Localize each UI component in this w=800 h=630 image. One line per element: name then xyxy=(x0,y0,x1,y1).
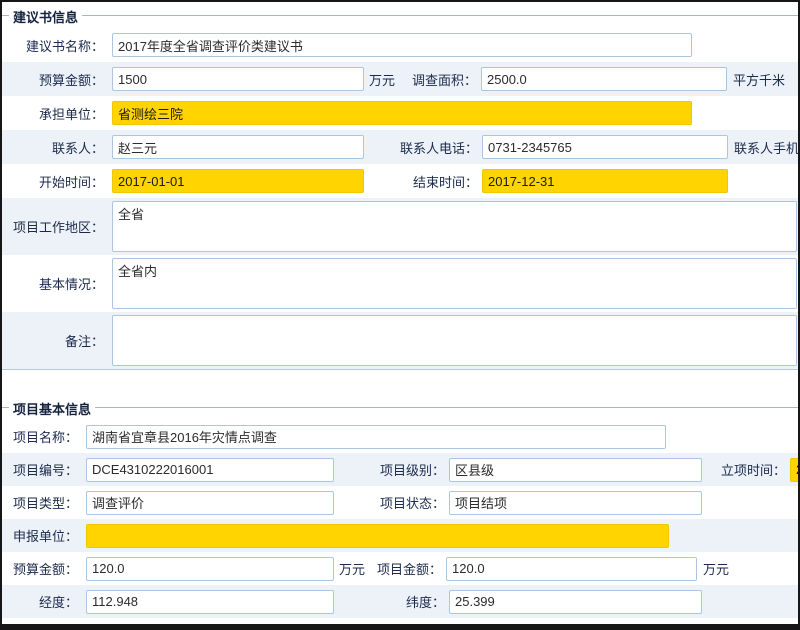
project-section-header: 项目基本信息 xyxy=(2,394,798,420)
project-status-input[interactable] xyxy=(449,491,702,515)
basic-info-textarea[interactable]: 全省内 xyxy=(112,258,797,309)
remark-textarea[interactable] xyxy=(112,315,797,366)
approval-time-label: 立项时间： xyxy=(702,460,786,479)
proposal-section-title: 建议书信息 xyxy=(9,7,82,26)
end-time-label: 结束时间： xyxy=(364,172,478,191)
contact-row: 联系人： 联系人电话： 联系人手机 xyxy=(2,130,798,164)
approval-time-input[interactable] xyxy=(790,458,798,482)
project-code-input[interactable] xyxy=(86,458,334,482)
project-amount-label: 项目金额： xyxy=(365,559,442,578)
work-area-row: 项目工作地区： 全省 xyxy=(2,198,798,255)
contact-input[interactable] xyxy=(112,135,364,159)
latitude-label: 纬度： xyxy=(334,592,445,611)
budget-label: 预算金额： xyxy=(2,70,104,89)
project-status-label: 项目状态： xyxy=(334,493,445,512)
section-divider xyxy=(2,370,798,394)
remark-label: 备注： xyxy=(2,331,104,350)
proposal-section-header: 建议书信息 xyxy=(2,2,798,28)
contact-phone-label: 联系人电话： xyxy=(364,138,478,157)
proposal-name-label: 建议书名称： xyxy=(2,36,104,55)
contact-label: 联系人： xyxy=(2,138,104,157)
work-area-textarea[interactable]: 全省 xyxy=(112,201,797,252)
budget-area-row: 预算金额： 万元 调查面积： 平方千米 xyxy=(2,62,798,96)
project-code-label: 项目编号： xyxy=(2,460,78,479)
project-amount-input[interactable] xyxy=(446,557,697,581)
survey-area-input[interactable] xyxy=(481,67,727,91)
basic-info-row: 基本情况： 全省内 xyxy=(2,255,798,312)
project-code-row: 项目编号： 项目级别： 立项时间： xyxy=(2,453,798,486)
project-budget-row: 预算金额： 万元 项目金额： 万元 xyxy=(2,552,798,585)
undertaker-input[interactable] xyxy=(112,101,692,125)
budget-unit: 万元 xyxy=(369,70,395,89)
declare-unit-row: 申报单位： xyxy=(2,519,798,552)
project-name-row: 项目名称： xyxy=(2,420,798,453)
undertaker-label: 承担单位： xyxy=(2,104,104,123)
project-form-page: 建议书信息 建议书名称： 预算金额： 万元 调查面积： 平方千米 承担单位： 联… xyxy=(0,0,800,630)
work-area-label: 项目工作地区： xyxy=(2,217,104,236)
project-name-input[interactable] xyxy=(86,425,666,449)
proposal-name-row: 建议书名称： xyxy=(2,28,798,62)
project-budget-unit: 万元 xyxy=(339,559,365,578)
declare-unit-label: 申报单位： xyxy=(2,526,78,545)
survey-area-unit: 平方千米 xyxy=(733,70,785,89)
project-section-title: 项目基本信息 xyxy=(9,399,95,418)
proposal-name-input[interactable] xyxy=(112,33,692,57)
basic-info-label: 基本情况： xyxy=(2,274,104,293)
remark-row: 备注： xyxy=(2,312,798,369)
project-section: 项目基本信息 项目名称： 项目编号： 项目级别： 立项时间： 项目类型： 项目状… xyxy=(2,394,798,618)
end-time-input[interactable] xyxy=(482,169,728,193)
project-budget-input[interactable] xyxy=(86,557,334,581)
project-type-input[interactable] xyxy=(86,491,334,515)
longitude-input[interactable] xyxy=(86,590,334,614)
coordinates-row: 经度： 纬度： xyxy=(2,585,798,618)
contact-mobile-label: 联系人手机 xyxy=(734,138,798,157)
start-time-input[interactable] xyxy=(112,169,364,193)
latitude-input[interactable] xyxy=(449,590,702,614)
project-name-label: 项目名称： xyxy=(2,427,78,446)
project-budget-label: 预算金额： xyxy=(2,559,78,578)
project-amount-unit: 万元 xyxy=(703,559,729,578)
budget-input[interactable] xyxy=(112,67,364,91)
start-time-label: 开始时间： xyxy=(2,172,104,191)
contact-phone-input[interactable] xyxy=(482,135,728,159)
time-row: 开始时间： 结束时间： xyxy=(2,164,798,198)
project-type-label: 项目类型： xyxy=(2,493,78,512)
proposal-section: 建议书信息 建议书名称： 预算金额： 万元 调查面积： 平方千米 承担单位： 联… xyxy=(2,2,798,370)
declare-unit-input[interactable] xyxy=(86,524,669,548)
project-type-row: 项目类型： 项目状态： xyxy=(2,486,798,519)
survey-area-label: 调查面积： xyxy=(395,70,477,89)
project-level-input[interactable] xyxy=(449,458,702,482)
undertaker-row: 承担单位： xyxy=(2,96,798,130)
longitude-label: 经度： xyxy=(2,592,78,611)
project-level-label: 项目级别： xyxy=(334,460,445,479)
